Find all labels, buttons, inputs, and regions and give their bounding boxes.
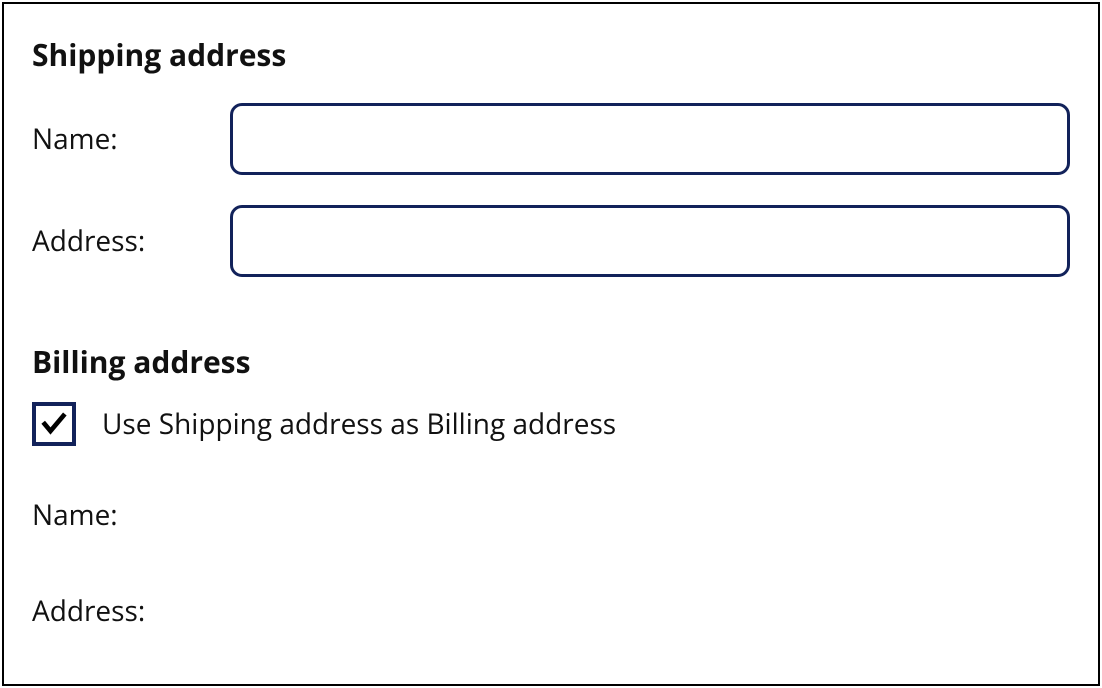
- shipping-address-input[interactable]: [230, 205, 1070, 277]
- shipping-name-input[interactable]: [230, 103, 1070, 175]
- use-shipping-checkbox-row: Use Shipping address as Billing address: [32, 402, 1070, 446]
- shipping-address-row: Address:: [32, 205, 1070, 277]
- use-shipping-checkbox[interactable]: [32, 402, 76, 446]
- shipping-section-title: Shipping address: [32, 34, 1070, 75]
- address-form-panel: Shipping address Name: Address: Billing …: [2, 2, 1100, 686]
- shipping-name-row: Name:: [32, 103, 1070, 175]
- billing-address-row: Address:: [32, 592, 1070, 630]
- billing-name-row: Name:: [32, 496, 1070, 534]
- billing-address-label: Address:: [32, 592, 1070, 630]
- billing-name-label: Name:: [32, 496, 1070, 534]
- shipping-name-label: Name:: [32, 120, 230, 158]
- shipping-address-label: Address:: [32, 222, 230, 260]
- check-icon: [40, 410, 68, 438]
- use-shipping-checkbox-label: Use Shipping address as Billing address: [102, 405, 616, 443]
- billing-section-title: Billing address: [32, 341, 1070, 382]
